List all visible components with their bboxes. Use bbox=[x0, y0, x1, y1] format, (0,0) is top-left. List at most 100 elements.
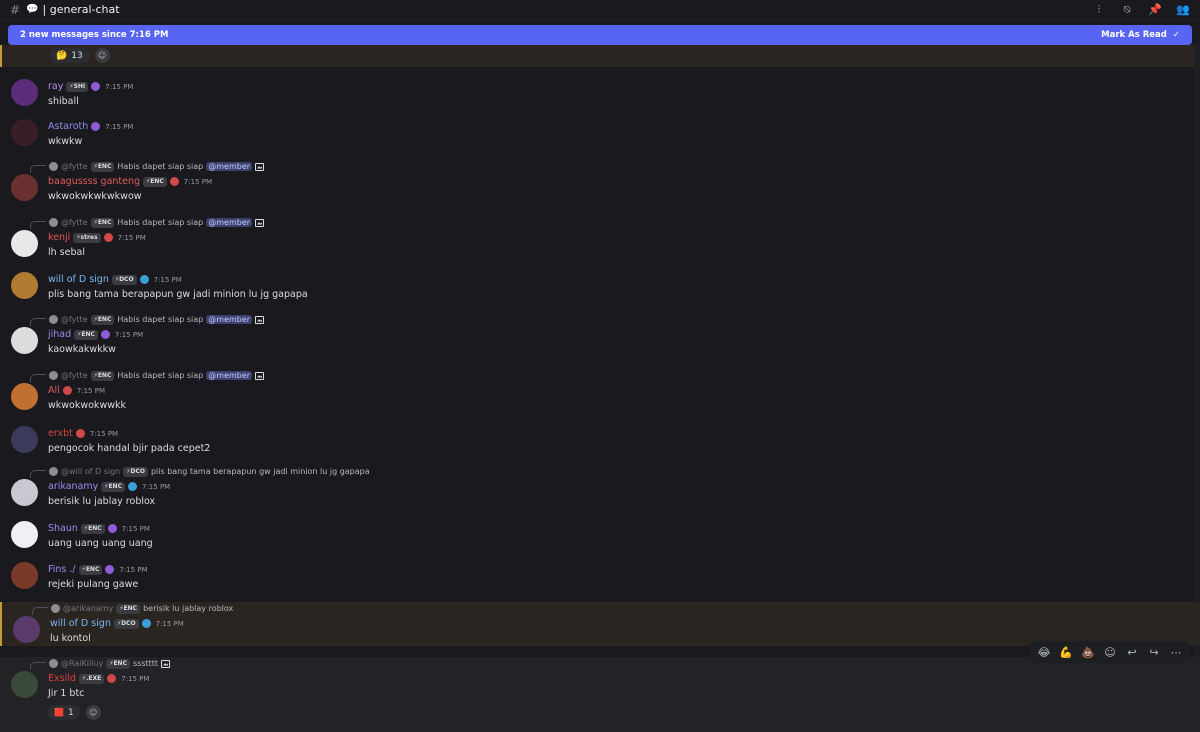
reply-author[interactable]: @fytte bbox=[61, 315, 88, 324]
poop-reaction-icon[interactable]: 💩 bbox=[1080, 646, 1096, 659]
reply-author[interactable]: @RaiKilluy bbox=[61, 659, 103, 668]
channel-header: # 💬 | general-chat ⫶ ⍉ 📌 👥 bbox=[0, 0, 1200, 20]
reply-connector bbox=[30, 662, 46, 670]
username[interactable]: will of D sign bbox=[50, 618, 111, 629]
reply-author[interactable]: @fytte bbox=[61, 162, 88, 171]
reaction-count: 13 bbox=[71, 50, 83, 61]
avatar[interactable] bbox=[11, 671, 38, 698]
username[interactable]: baagussss ganteng bbox=[48, 176, 140, 187]
reply-guild-tag: ⚡DCO bbox=[123, 466, 148, 477]
username[interactable]: arikanamy bbox=[48, 481, 98, 492]
mute-bell-icon[interactable]: ⍉ bbox=[1120, 3, 1134, 17]
username[interactable]: erxbt bbox=[48, 428, 73, 439]
message: @fytte ⚡ENC Habis dapet siap siap @member ke… bbox=[0, 216, 1200, 268]
guild-tag[interactable]: ⚡DCO bbox=[111, 274, 137, 285]
avatar[interactable] bbox=[11, 327, 38, 354]
reaction-pill[interactable]: 🤔 13 bbox=[50, 48, 89, 63]
username[interactable]: Shaun bbox=[48, 523, 78, 534]
message-content: kaowkakwkkw bbox=[48, 344, 116, 355]
username[interactable]: kenji bbox=[48, 232, 70, 243]
muscle-reaction-icon[interactable]: 💪 bbox=[1058, 646, 1074, 659]
role-mention[interactable]: @member bbox=[206, 315, 253, 324]
role-badge-icon bbox=[91, 82, 101, 91]
image-attachment-icon bbox=[255, 218, 265, 227]
message-header: jihad ⚡ENC 7:15 PM bbox=[48, 329, 143, 340]
reply-preview[interactable]: @RaiKilluy ⚡ENC ssstttt bbox=[30, 657, 171, 670]
role-badge-icon bbox=[107, 674, 117, 683]
reply-connector bbox=[30, 374, 46, 382]
reply-author[interactable]: @fytte bbox=[61, 218, 88, 227]
avatar[interactable] bbox=[11, 119, 38, 146]
reply-preview[interactable]: @fytte ⚡ENC Habis dapet siap siap @member bbox=[30, 216, 265, 229]
reply-text: Habis dapet siap siap bbox=[117, 371, 204, 380]
more-options-icon[interactable]: ⋯ bbox=[1168, 646, 1184, 659]
reply-author[interactable]: @fytte bbox=[61, 371, 88, 380]
username[interactable]: Exsild bbox=[48, 673, 76, 684]
guild-tag[interactable]: ⚡ENC bbox=[80, 523, 105, 534]
reply-avatar bbox=[49, 218, 58, 227]
avatar[interactable] bbox=[11, 562, 38, 589]
message-actions-toolbar: 😂 💪 💩 ☺ ↩ ↪ ⋯ bbox=[1030, 641, 1190, 663]
avatar[interactable] bbox=[11, 79, 38, 106]
message: @arikanamy ⚡ENC berisik lu jablay roblox wi… bbox=[0, 602, 1200, 646]
timestamp: 7:15 PM bbox=[183, 177, 213, 186]
avatar[interactable] bbox=[11, 521, 38, 548]
avatar[interactable] bbox=[11, 230, 38, 257]
guild-tag[interactable]: ⚡ENC bbox=[78, 564, 103, 575]
role-mention[interactable]: @member bbox=[206, 218, 253, 227]
reply-avatar bbox=[49, 659, 58, 668]
guild-tag[interactable]: ⚡ENC bbox=[101, 481, 125, 492]
avatar[interactable] bbox=[11, 383, 38, 410]
reply-guild-tag: ⚡ENC bbox=[90, 314, 115, 325]
username[interactable]: Fins ./ bbox=[48, 564, 76, 575]
avatar[interactable] bbox=[11, 272, 38, 299]
username[interactable]: jihad bbox=[48, 329, 71, 340]
role-badge-icon bbox=[62, 386, 72, 395]
add-reaction-icon[interactable]: ☺ bbox=[94, 48, 110, 63]
reply-preview[interactable]: @will of D sign ⚡DCO plis bang tama berapa… bbox=[30, 465, 370, 478]
threads-icon[interactable]: ⫶ bbox=[1092, 3, 1106, 17]
add-reaction-icon[interactable]: ☺ bbox=[1102, 646, 1118, 659]
mark-as-read-button[interactable]: Mark As Read ✓ bbox=[1101, 30, 1180, 40]
add-reaction-icon[interactable]: ☺ bbox=[85, 705, 101, 720]
guild-tag[interactable]: ⚡DCO bbox=[113, 618, 139, 629]
avatar[interactable] bbox=[11, 174, 38, 201]
new-messages-text: 2 new messages since 7:16 PM bbox=[20, 30, 169, 40]
avatar[interactable] bbox=[13, 616, 40, 643]
role-badge-icon bbox=[107, 524, 117, 533]
guild-tag[interactable]: ⚡stres bbox=[73, 232, 101, 243]
forward-icon[interactable]: ↪ bbox=[1146, 646, 1162, 659]
username[interactable]: All bbox=[48, 385, 60, 396]
message: @RaiKilluy ⚡ENC ssstttt Exsild ⚡.EXE 7:15 PM J… bbox=[0, 657, 1200, 732]
reply-icon[interactable]: ↩ bbox=[1124, 646, 1140, 659]
guild-tag[interactable]: ⚡ENC bbox=[74, 329, 98, 340]
role-badge-icon bbox=[141, 619, 151, 628]
new-messages-banner[interactable]: 2 new messages since 7:16 PM Mark As Rea… bbox=[8, 25, 1192, 45]
laugh-reaction-icon[interactable]: 😂 bbox=[1036, 646, 1052, 659]
reply-preview[interactable]: @fytte ⚡ENC Habis dapet siap siap @member bbox=[30, 369, 265, 382]
reaction-pill[interactable]: 🟥 1 bbox=[48, 705, 80, 720]
members-icon[interactable]: 👥 bbox=[1176, 3, 1190, 17]
message-content: wkwokwkwkwkwow bbox=[48, 191, 142, 202]
role-badge-icon bbox=[169, 177, 179, 186]
role-mention[interactable]: @member bbox=[206, 371, 253, 380]
guild-tag[interactable]: ⚡.EXE bbox=[78, 673, 105, 684]
reply-avatar bbox=[49, 467, 58, 476]
username[interactable]: ray bbox=[48, 81, 63, 92]
avatar[interactable] bbox=[11, 426, 38, 453]
pin-icon[interactable]: 📌 bbox=[1148, 3, 1162, 17]
image-attachment-icon bbox=[255, 315, 265, 324]
reply-author[interactable]: @will of D sign bbox=[61, 467, 120, 476]
reply-author[interactable]: @arikanamy bbox=[63, 604, 113, 613]
reply-preview[interactable]: @arikanamy ⚡ENC berisik lu jablay roblox bbox=[32, 602, 233, 615]
guild-tag[interactable]: ⚡SHI bbox=[66, 81, 89, 92]
reply-preview[interactable]: @fytte ⚡ENC Habis dapet siap siap @member bbox=[30, 160, 265, 173]
reply-connector bbox=[30, 318, 46, 326]
username[interactable]: will of D sign bbox=[48, 274, 109, 285]
username[interactable]: Astaroth bbox=[48, 121, 88, 132]
guild-tag[interactable]: ⚡ENC bbox=[143, 176, 167, 187]
reply-preview[interactable]: @fytte ⚡ENC Habis dapet siap siap @member bbox=[30, 313, 265, 326]
avatar[interactable] bbox=[11, 479, 38, 506]
message: @fytte ⚡ENC Habis dapet siap siap @member ba… bbox=[0, 160, 1200, 213]
role-mention[interactable]: @member bbox=[206, 162, 253, 171]
